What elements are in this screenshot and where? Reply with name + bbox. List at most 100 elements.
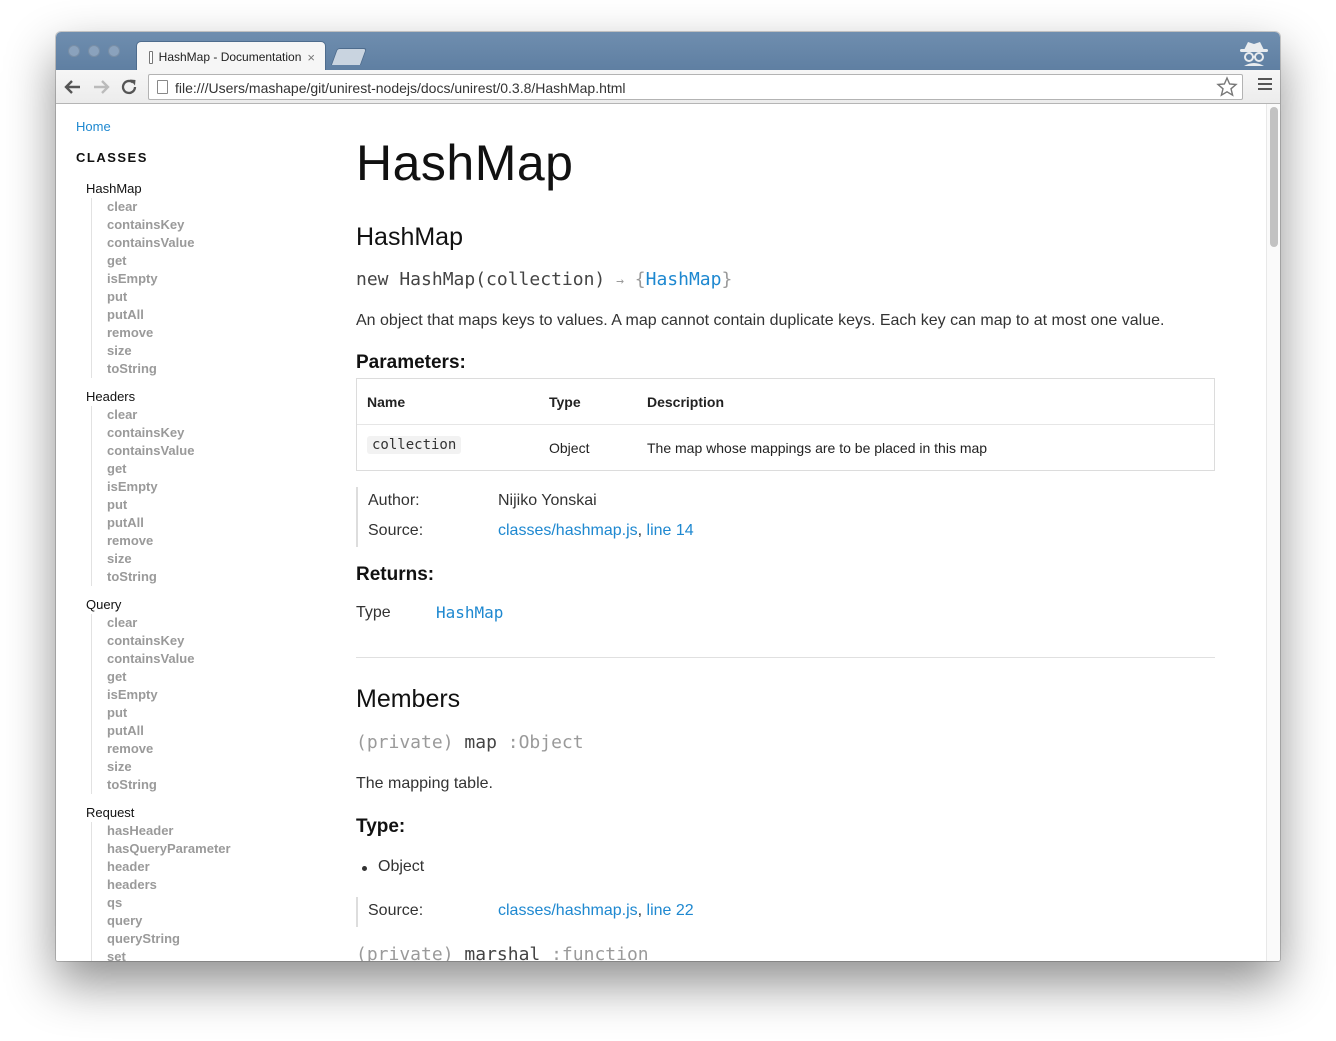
arrow-right-icon [94, 80, 110, 94]
sidebar-method-link[interactable]: get [107, 252, 231, 270]
type-list-item: Object [361, 858, 425, 875]
hamburger-menu-icon[interactable] [1258, 78, 1272, 94]
sidebar-method-link[interactable]: put [107, 704, 231, 722]
arrow-left-icon [64, 80, 80, 94]
source-file-link[interactable]: classes/hashmap.js [498, 902, 638, 919]
parameters-table: Name Type Description collection Object … [356, 378, 1215, 471]
sidebar-method-link[interactable]: hasQueryParameter [107, 840, 231, 858]
sidebar-method-link[interactable]: toString [107, 360, 231, 378]
sidebar-method-link[interactable]: query [107, 912, 231, 930]
sidebar-class-link[interactable]: HashMap [86, 180, 231, 198]
sidebar-method-link[interactable]: remove [107, 532, 231, 550]
reload-button[interactable] [117, 75, 141, 99]
sidebar-method-link[interactable]: containsValue [107, 442, 231, 460]
reload-icon [121, 79, 137, 95]
member-marshal-signature: (private) marshal :function [356, 944, 649, 961]
signature-close-brace: } [721, 269, 733, 290]
signature-new: new HashMap(collection) [356, 269, 606, 290]
sidebar-method-link[interactable]: clear [107, 198, 231, 216]
source-line-link[interactable]: line 14 [647, 522, 694, 539]
author-label: Author: [368, 492, 420, 509]
sidebar-method-link[interactable]: containsValue [107, 650, 231, 668]
url-text[interactable]: file:///Users/mashape/git/unirest-nodejs… [175, 80, 626, 96]
classes-heading: CLASSES [76, 150, 148, 165]
sidebar-method-link[interactable]: get [107, 460, 231, 478]
sidebar-method-link[interactable]: put [107, 288, 231, 306]
source-separator: , [637, 902, 647, 919]
source-separator: , [637, 522, 647, 539]
sidebar-method-link[interactable]: putAll [107, 514, 231, 532]
column-header-description: Description [647, 394, 725, 410]
sidebar-method-link[interactable]: putAll [107, 722, 231, 740]
minimize-window-button[interactable] [88, 45, 100, 57]
member-description: The mapping table. [356, 775, 493, 792]
sidebar-method-link[interactable]: remove [107, 324, 231, 342]
column-header-name: Name [367, 394, 406, 410]
new-tab-button[interactable] [330, 48, 368, 65]
type-heading: Type: [356, 816, 406, 837]
sidebar-method-link[interactable]: header [107, 858, 231, 876]
param-description: The map whose mappings are to be placed … [647, 440, 988, 456]
sidebar-method-link[interactable]: headers [107, 876, 231, 894]
close-window-button[interactable] [68, 45, 80, 57]
sidebar-method-link[interactable]: hasHeader [107, 822, 231, 840]
member-private-tag: (private) [356, 944, 454, 961]
browser-toolbar: file:///Users/mashape/git/unirest-nodejs… [56, 70, 1280, 104]
param-type: Object [549, 440, 590, 456]
vertical-scrollbar[interactable] [1266, 104, 1280, 961]
document-icon [149, 50, 153, 64]
sidebar-method-link[interactable]: toString [107, 776, 231, 794]
sidebar-method-list: hasHeader hasQueryParameter header headers q… [91, 822, 231, 961]
sidebar-method-link[interactable]: get [107, 668, 231, 686]
sidebar-method-link[interactable]: isEmpty [107, 478, 231, 496]
sidebar-method-link[interactable]: containsKey [107, 632, 231, 650]
sidebar-method-link[interactable]: putAll [107, 306, 231, 324]
member-private-tag: (private) [356, 732, 454, 753]
source-file-link[interactable]: classes/hashmap.js [498, 522, 638, 539]
returns-type-link[interactable]: HashMap [436, 603, 503, 622]
forward-button[interactable] [89, 75, 113, 99]
source-value: classes/hashmap.js, line 22 [498, 902, 694, 920]
back-button[interactable] [61, 75, 85, 99]
sidebar-class-link[interactable]: Query [86, 596, 231, 614]
sidebar-class-link[interactable]: Headers [86, 388, 231, 406]
class-list: HashMap clear containsKey containsValue get i… [86, 180, 231, 961]
member-type: :Object [507, 732, 584, 753]
star-icon[interactable] [1216, 76, 1238, 98]
sidebar-method-link[interactable]: containsValue [107, 234, 231, 252]
member-details: Source: classes/hashmap.js, line 22 [356, 897, 694, 927]
sidebar-method-link[interactable]: clear [107, 614, 231, 632]
member-name: marshal [464, 944, 541, 961]
sidebar-method-link[interactable]: clear [107, 406, 231, 424]
browser-tab[interactable]: HashMap - Documentation × [136, 41, 326, 71]
scrollbar-thumb[interactable] [1270, 107, 1278, 247]
home-link[interactable]: Home [76, 119, 111, 134]
page-info-icon[interactable] [157, 80, 168, 94]
tab-close-icon[interactable]: × [307, 50, 315, 65]
sidebar-method-link[interactable]: size [107, 342, 231, 360]
sidebar-method-link[interactable]: qs [107, 894, 231, 912]
sidebar-method-list: clear containsKey containsValue get isEmpty p… [91, 614, 231, 794]
member-name: map [464, 732, 497, 753]
sidebar-method-link[interactable]: toString [107, 568, 231, 586]
sidebar-method-link[interactable]: size [107, 758, 231, 776]
members-heading: Members [356, 685, 461, 713]
address-bar[interactable]: file:///Users/mashape/git/unirest-nodejs… [148, 74, 1243, 100]
sidebar-method-link[interactable]: set [107, 948, 231, 961]
source-line-link[interactable]: line 22 [647, 902, 694, 919]
sidebar-method-link[interactable]: put [107, 496, 231, 514]
sidebar-class-link[interactable]: Request [86, 804, 231, 822]
signature-return-type-link[interactable]: HashMap [646, 269, 722, 290]
sidebar-method-link[interactable]: containsKey [107, 216, 231, 234]
zoom-window-button[interactable] [108, 45, 120, 57]
returns-heading: Returns: [356, 564, 435, 585]
sidebar-method-link[interactable]: remove [107, 740, 231, 758]
browser-window: HashMap - Documentation × file:///Users/… [56, 32, 1280, 961]
sidebar-method-link[interactable]: size [107, 550, 231, 568]
sidebar-method-link[interactable]: isEmpty [107, 270, 231, 288]
sidebar-method-link[interactable]: containsKey [107, 424, 231, 442]
sidebar-method-link[interactable]: queryString [107, 930, 231, 948]
page-content: Home CLASSES HashMap clear containsKey cont… [56, 104, 1266, 961]
sidebar-class-group: Query clear containsKey containsValue get isE… [86, 596, 231, 794]
sidebar-method-link[interactable]: isEmpty [107, 686, 231, 704]
